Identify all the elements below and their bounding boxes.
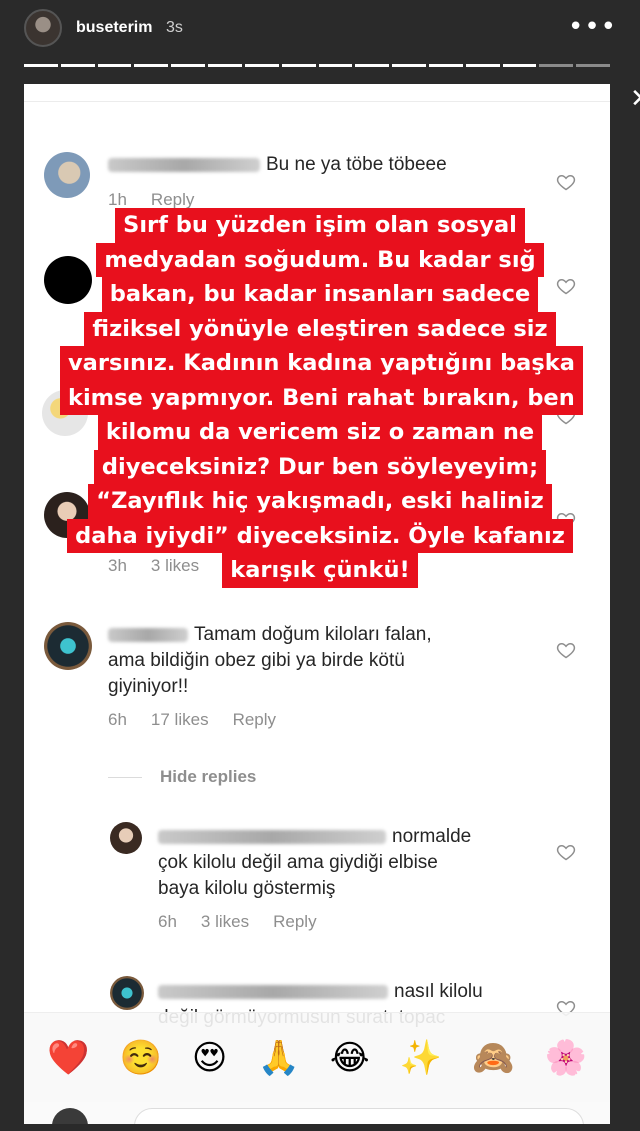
panel-top-edge <box>24 84 610 102</box>
see-no-evil-monkey-emoji-icon[interactable]: 🙈 <box>472 1038 514 1078</box>
reply-button[interactable]: Reply <box>233 710 276 730</box>
story-time: 3s <box>166 19 183 36</box>
reply-time: 6h <box>158 912 177 931</box>
progress-segment <box>281 64 316 67</box>
username-blurred <box>108 157 260 172</box>
overlay-line: “Zayıflık hiç yakışmadı, eski haliniz <box>88 484 552 519</box>
overlay-line: kilomu da vericem siz o zaman ne <box>97 415 543 450</box>
progress-segment <box>428 64 463 67</box>
hide-replies-label[interactable]: Hide replies <box>160 767 256 787</box>
comment-time: 6h <box>108 710 127 729</box>
progress-segment <box>24 64 58 67</box>
progress-segment <box>355 64 390 67</box>
overlay-line: Sırf bu yüzden işim olan sosyal <box>115 208 525 243</box>
progress-segment <box>244 64 279 67</box>
praying-hands-emoji-icon[interactable]: 🙏 <box>257 1038 299 1078</box>
story-text-overlay: Sırf bu yüzden işim olan sosyal medyadan… <box>60 208 583 588</box>
emoji-reaction-bar: ❤️ ☺️ 😍 🙏 😂 ✨ 🙈 🌸 <box>24 1012 610 1102</box>
reply-text: normalde çok kilolu değil ama giydiği el… <box>158 824 471 902</box>
close-icon[interactable]: ✕ <box>630 84 640 114</box>
story-username[interactable]: buseterim <box>76 19 152 37</box>
sparkles-emoji-icon[interactable]: ✨ <box>400 1038 442 1078</box>
progress-segment <box>392 64 426 67</box>
overlay-line: bakan, bu kadar insanları sadece <box>101 277 539 312</box>
comment-body: Tamam doğum kiloları falan, <box>194 624 432 645</box>
progress-segment <box>318 64 353 67</box>
divider <box>108 776 142 778</box>
heart-icon[interactable] <box>556 172 576 192</box>
comment-input[interactable] <box>134 1108 584 1124</box>
progress-segment <box>502 64 537 67</box>
reply-button[interactable]: Reply <box>151 190 194 210</box>
progress-segment <box>576 64 610 67</box>
progress-segment <box>465 64 500 67</box>
smiling-face-emoji-icon[interactable]: ☺️ <box>119 1038 161 1078</box>
overlay-line: varsınız. Kadının kadına yaptığını başka <box>60 346 583 381</box>
progress-segment <box>539 64 574 67</box>
avatar <box>52 1108 88 1124</box>
comment-meta: 6h 17 likes Reply <box>108 710 276 730</box>
reply-body: baya kilolu göstermiş <box>158 878 336 899</box>
reply-likes[interactable]: 3 likes <box>201 912 249 932</box>
comment-composer <box>24 1102 610 1124</box>
avatar <box>110 822 142 854</box>
comment-likes[interactable]: 17 likes <box>151 710 209 730</box>
avatar <box>44 622 92 670</box>
overlay-line: diyeceksiniz? Dur ben söyleyeyim; <box>93 449 547 484</box>
reply-body: çok kilolu değil ama giydiği elbise <box>158 852 438 873</box>
avatar <box>110 976 144 1010</box>
comment-body: Bu ne ya töbe töbeee <box>266 154 447 175</box>
comment-body: ama bildiğin obez gibi ya birde kötü <box>108 650 405 671</box>
reply-meta: 6h 3 likes Reply <box>158 912 317 932</box>
overlay-line: medyadan soğudum. Bu kadar sığ <box>96 242 544 277</box>
comment-text: Bu ne ya töbe töbeee <box>108 152 447 178</box>
reply-body: normalde <box>392 826 472 847</box>
progress-segment <box>97 64 132 67</box>
overlay-line: karışık çünkü! <box>222 553 418 588</box>
username-blurred <box>108 627 188 642</box>
reply-body: nasıl kilolu <box>394 981 483 1002</box>
comment-meta: 1h Reply <box>108 190 194 210</box>
heart-icon[interactable] <box>556 842 576 862</box>
cherry-blossom-emoji-icon[interactable]: 🌸 <box>545 1038 587 1078</box>
comment-text: Tamam doğum kiloları falan, ama bildiğin… <box>108 622 432 700</box>
progress-segment <box>60 64 95 67</box>
username-blurred <box>158 984 388 999</box>
overlay-line: fiziksel yönüyle eleştiren sadece siz <box>84 311 556 346</box>
story-header: buseterim 3s ••• <box>0 0 640 60</box>
more-dots-icon[interactable]: ••• <box>568 12 617 42</box>
progress-segment <box>208 64 242 67</box>
story-progress-bar <box>24 64 610 68</box>
red-heart-emoji-icon[interactable]: ❤️ <box>47 1038 89 1078</box>
heart-eyes-emoji-icon[interactable]: 😍 <box>192 1038 227 1078</box>
hide-replies-toggle[interactable]: Hide replies <box>108 767 256 787</box>
story-avatar[interactable] <box>24 9 62 47</box>
overlay-line: kimse yapmıyor. Beni rahat bırakın, ben <box>60 380 583 415</box>
username-blurred <box>158 829 386 844</box>
reply-button[interactable]: Reply <box>273 912 316 932</box>
progress-segment <box>134 64 169 67</box>
progress-segment <box>171 64 206 67</box>
heart-icon[interactable] <box>556 640 576 660</box>
comment-body: giyiniyor!! <box>108 676 189 697</box>
tears-of-joy-emoji-icon[interactable]: 😂 <box>330 1038 370 1078</box>
avatar <box>44 152 90 198</box>
overlay-line: daha iyiydi” diyeceksiniz. Öyle kafanız <box>67 518 573 553</box>
comment-time: 1h <box>108 190 127 209</box>
